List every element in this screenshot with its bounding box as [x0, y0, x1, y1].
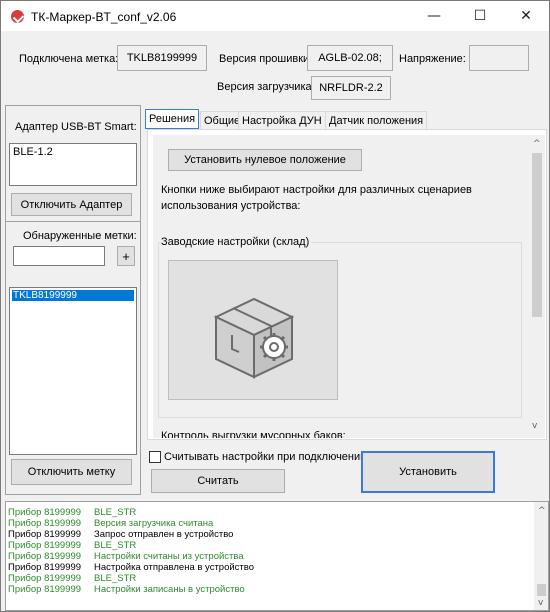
- log-device: Прибор 8199999: [8, 573, 82, 584]
- log-device: Прибор 8199999: [8, 540, 82, 551]
- adapter-list[interactable]: BLE-1.2: [9, 143, 137, 186]
- apply-settings-button[interactable]: Установить: [361, 451, 495, 493]
- log-message: Настройки записаны в устройство: [94, 584, 245, 595]
- solutions-hint-line1: Кнопки ниже выбирают настройки для разли…: [161, 184, 472, 196]
- read-on-connect-label[interactable]: Считывать настройки при подключении: [164, 451, 366, 463]
- factory-settings-button[interactable]: [168, 260, 338, 400]
- log-message: BLE_STR: [94, 540, 137, 551]
- log-scrollbar[interactable]: ^ v: [534, 502, 548, 610]
- firmware-field: AGLB-02.08;: [307, 45, 393, 71]
- log-device: Прибор 8199999: [8, 507, 82, 518]
- read-settings-button[interactable]: Считать: [151, 469, 285, 493]
- set-zero-position-button[interactable]: Установить нулевое положение: [168, 149, 362, 171]
- connected-tag-label: Подключена метка:: [19, 53, 119, 65]
- log-line: Прибор 8199999 Настройки записаны в устро…: [8, 584, 254, 595]
- voltage-label: Напряжение:: [399, 53, 466, 65]
- tag-list-item-selected[interactable]: TKLB8199999: [12, 290, 134, 301]
- log-line: Прибор 8199999 BLE_STR: [8, 540, 254, 551]
- scroll-down-icon[interactable]: v: [532, 421, 537, 431]
- log-device: Прибор 8199999: [8, 551, 82, 562]
- app-window: ТК-Маркер-BT_conf_v2.06 — ☐ ✕ Подключена…: [0, 0, 550, 612]
- solutions-scrollbar[interactable]: ^ v: [529, 135, 545, 438]
- found-tags-label: Обнаруженные метки:: [23, 230, 137, 242]
- log-device: Прибор 8199999: [8, 562, 82, 573]
- read-on-connect-checkbox[interactable]: [149, 451, 161, 463]
- waste-bins-group-title: Контроль выгрузки мусорных баков:: [161, 430, 346, 438]
- scrollbar-thumb[interactable]: [532, 153, 542, 317]
- adapter-label: Адаптер USB-BT Smart:: [15, 121, 137, 133]
- add-tag-button[interactable]: +: [117, 246, 135, 266]
- found-tags-list[interactable]: TKLB8199999: [9, 287, 137, 455]
- log-device: Прибор 8199999: [8, 518, 82, 529]
- log-message: BLE_STR: [94, 507, 137, 518]
- solutions-hint-line2: использования устройства:: [161, 200, 301, 212]
- bootloader-label: Версия загрузчика:: [217, 81, 315, 93]
- box-settings-icon: [213, 297, 295, 379]
- log-device: Прибор 8199999: [8, 529, 82, 540]
- tab-position-sensor[interactable]: Датчик положения: [325, 111, 428, 129]
- log-scroll-up-icon[interactable]: ^: [538, 506, 546, 516]
- log-line: Прибор 8199999 Настройка отправлена в уст…: [8, 562, 254, 573]
- log-line: Прибор 8199999 BLE_STR: [8, 507, 254, 518]
- factory-settings-title: Заводские настройки (склад): [161, 236, 312, 248]
- adapter-list-item[interactable]: BLE-1.2: [13, 146, 133, 158]
- log-lines: Прибор 8199999 BLE_STR Прибор 8199999 Верси…: [8, 507, 254, 595]
- app-icon: [11, 10, 24, 23]
- tag-filter-input[interactable]: [13, 246, 105, 266]
- firmware-label: Версия прошивки:: [219, 53, 313, 65]
- log-message: Настройка отправлена в устройство: [94, 562, 254, 573]
- title-bar[interactable]: ТК-Маркер-BT_conf_v2.06 — ☐ ✕: [1, 1, 549, 31]
- close-button[interactable]: ✕: [503, 1, 549, 31]
- log-line: Прибор 8199999 Версия загрузчика считана: [8, 518, 254, 529]
- disconnect-adapter-button[interactable]: Отключить Адаптер: [11, 193, 132, 216]
- log-panel[interactable]: Прибор 8199999 BLE_STR Прибор 8199999 Верси…: [5, 501, 549, 611]
- voltage-field: [469, 45, 529, 71]
- tab-solutions[interactable]: Решения: [145, 109, 200, 129]
- tab-dun-settings[interactable]: Настройка ДУН: [238, 111, 326, 129]
- scroll-up-icon[interactable]: ^: [533, 139, 541, 149]
- log-message: Настройки считаны из устройства: [94, 551, 244, 562]
- log-message: BLE_STR: [94, 573, 137, 584]
- log-line: Прибор 8199999 Настройки считаны из устро…: [8, 551, 254, 562]
- log-scrollbar-thumb[interactable]: [537, 584, 546, 596]
- connected-tag-field: TKLB8199999: [117, 45, 207, 71]
- minimize-button[interactable]: —: [411, 1, 457, 31]
- disconnect-tag-button[interactable]: Отключить метку: [11, 459, 132, 485]
- log-scroll-down-icon[interactable]: v: [538, 598, 543, 608]
- solutions-scroll-area: Установить нулевое положение Кнопки ниже…: [153, 135, 529, 438]
- log-line: Прибор 8199999 Запрос отправлен в устройс…: [8, 529, 254, 540]
- bootloader-field: NRFLDR-2.2: [311, 76, 391, 100]
- window-title: ТК-Маркер-BT_conf_v2.06: [31, 10, 177, 24]
- log-device: Прибор 8199999: [8, 584, 82, 595]
- log-message: Версия загрузчика считана: [94, 518, 214, 529]
- log-line: Прибор 8199999 BLE_STR: [8, 573, 254, 584]
- maximize-button[interactable]: ☐: [457, 1, 503, 31]
- log-message: Запрос отправлен в устройство: [94, 529, 234, 540]
- sidebar-divider: [5, 221, 141, 222]
